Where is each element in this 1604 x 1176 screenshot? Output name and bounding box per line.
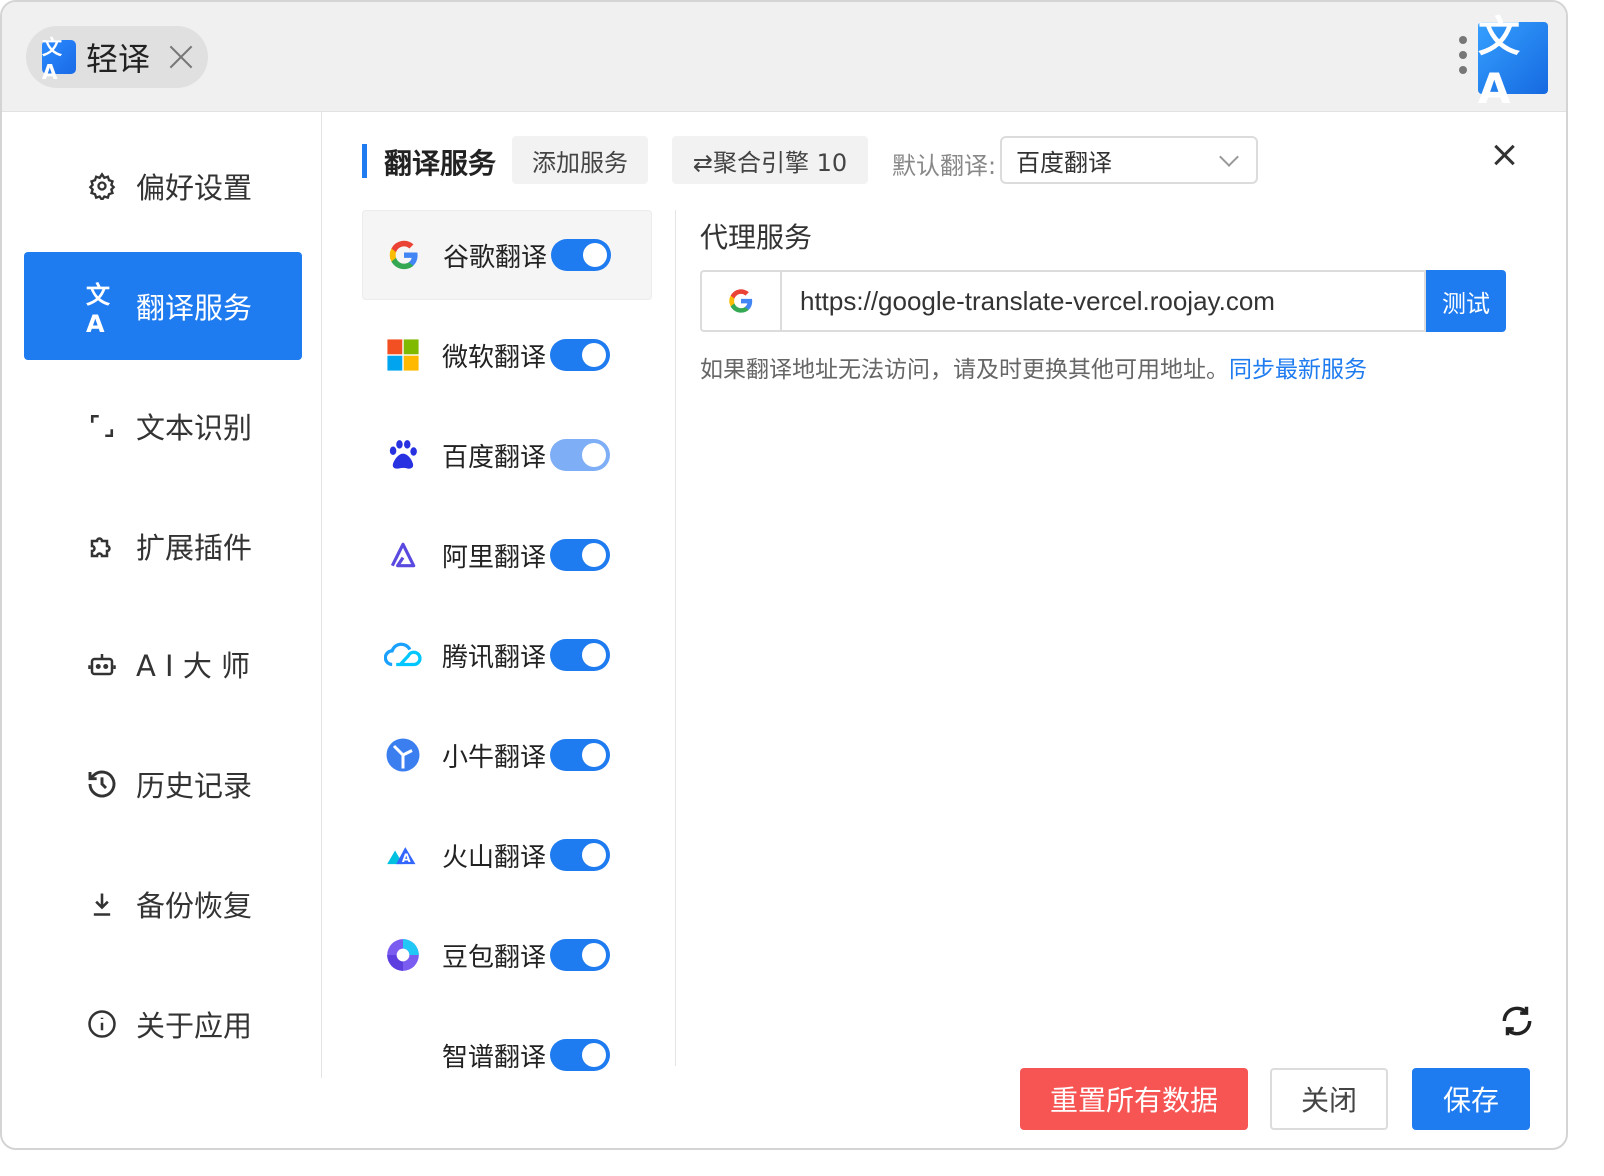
- microsoft-icon: [384, 336, 422, 374]
- service-item-microsoft[interactable]: 微软翻译: [362, 310, 652, 400]
- service-item-tencent[interactable]: 腾讯翻译: [362, 610, 652, 700]
- service-item-niutrans[interactable]: 小牛翻译: [362, 710, 652, 800]
- service-toggle[interactable]: [551, 239, 611, 271]
- proxy-input-group: 测试: [700, 270, 1506, 332]
- list-divider: [675, 210, 676, 1066]
- service-toggle[interactable]: [550, 439, 610, 471]
- service-name: 谷歌翻译: [443, 242, 548, 273]
- service-toggle[interactable]: [550, 839, 610, 871]
- proxy-hint-text: 如果翻译地址无法访问，请及时更换其他可用地址。: [700, 357, 1229, 383]
- title-bar: 文A 轻译 文A: [2, 2, 1566, 113]
- sidebar-item-backup[interactable]: 备份恢复: [24, 850, 302, 958]
- google-icon: [385, 236, 423, 274]
- baidu-icon: [384, 436, 422, 474]
- service-name: 百度翻译: [442, 442, 547, 473]
- tencent-cloud-icon: [384, 636, 422, 674]
- volcano-icon: A: [384, 836, 422, 874]
- sidebar-item-label: 文本识别: [136, 411, 253, 445]
- service-toggle[interactable]: [550, 339, 610, 371]
- sidebar-item-about[interactable]: 关于应用: [24, 970, 302, 1078]
- section-accent-bar: [362, 144, 367, 178]
- gear-icon: [86, 170, 118, 202]
- sidebar-item-plugins[interactable]: 扩展插件: [24, 492, 302, 600]
- service-name: 小牛翻译: [442, 742, 547, 773]
- puzzle-icon: [86, 530, 118, 562]
- translate-icon: 文A: [86, 280, 110, 338]
- service-item-zhipu[interactable]: 智谱翻译: [362, 1010, 652, 1100]
- service-item-volcano[interactable]: A 火山翻译: [362, 810, 652, 900]
- default-translate-value: 百度翻译: [1016, 148, 1112, 177]
- test-button[interactable]: 测试: [1426, 270, 1506, 332]
- service-item-baidu[interactable]: 百度翻译: [362, 410, 652, 500]
- tab-close-icon[interactable]: [168, 44, 194, 70]
- service-item-google[interactable]: 谷歌翻译: [362, 210, 652, 300]
- service-name: 腾讯翻译: [442, 642, 547, 673]
- service-list: 谷歌翻译 微软翻译 百度翻译 阿里翻译 腾讯翻译 小牛翻译 A 火山翻译 豆包翻…: [362, 210, 652, 1080]
- svg-text:A: A: [402, 851, 411, 865]
- scan-icon: [86, 410, 118, 442]
- niutrans-icon: [384, 736, 422, 774]
- service-item-doubao[interactable]: 豆包翻译: [362, 910, 652, 1000]
- app-tab-logo-icon: 文A: [42, 35, 76, 84]
- sidebar-item-label: 关于应用: [136, 1009, 253, 1043]
- default-translate-label: 默认翻译:: [892, 152, 997, 180]
- app-tab-title: 轻译: [86, 40, 151, 78]
- service-name: 智谱翻译: [442, 1042, 547, 1073]
- sidebar-item-translate-services[interactable]: 文A 翻译服务: [24, 252, 302, 360]
- service-name: 阿里翻译: [442, 542, 547, 573]
- service-item-alibaba[interactable]: 阿里翻译: [362, 510, 652, 600]
- app-window: 文A 轻译 文A 偏好设置 文A 翻译服务 文本识别 扩展插件 A I 大 师 …: [0, 0, 1568, 1150]
- aggregate-engine-button[interactable]: ⇄聚合引擎 10: [672, 136, 868, 184]
- close-icon[interactable]: [1492, 142, 1518, 168]
- sidebar-item-label: 扩展插件: [136, 531, 253, 565]
- sidebar-item-preferences[interactable]: 偏好设置: [24, 132, 302, 240]
- more-menu-icon[interactable]: [1458, 36, 1468, 80]
- reset-all-data-button[interactable]: 重置所有数据: [1020, 1068, 1248, 1130]
- service-toggle[interactable]: [550, 639, 610, 671]
- download-icon: [86, 888, 118, 920]
- service-toggle[interactable]: [550, 939, 610, 971]
- alibaba-icon: [384, 536, 422, 574]
- proxy-title: 代理服务: [700, 221, 813, 254]
- chevron-down-icon: [1219, 147, 1239, 167]
- proxy-hint: 如果翻译地址无法访问，请及时更换其他可用地址。同步最新服务: [700, 350, 1367, 384]
- robot-icon: [86, 648, 118, 680]
- sidebar-item-history[interactable]: 历史记录: [24, 730, 302, 838]
- proxy-url-input[interactable]: [780, 270, 1426, 332]
- service-toggle[interactable]: [550, 539, 610, 571]
- add-service-button[interactable]: 添加服务: [512, 136, 648, 184]
- sidebar-item-label: 历史记录: [136, 769, 253, 803]
- default-translate-select[interactable]: 百度翻译: [1000, 136, 1258, 184]
- save-button[interactable]: 保存: [1412, 1068, 1530, 1130]
- sidebar-item-ai-master[interactable]: A I 大 师: [24, 610, 302, 718]
- sync-latest-link[interactable]: 同步最新服务: [1229, 357, 1367, 383]
- sidebar-item-label: 备份恢复: [136, 889, 253, 923]
- close-button[interactable]: 关闭: [1270, 1068, 1388, 1130]
- service-name: 豆包翻译: [442, 942, 547, 973]
- service-name: 火山翻译: [442, 842, 547, 873]
- google-icon: [700, 270, 780, 332]
- info-icon: [86, 1008, 118, 1040]
- refresh-icon[interactable]: [1498, 1002, 1536, 1040]
- sidebar-item-label: 偏好设置: [136, 171, 253, 205]
- service-name: 微软翻译: [442, 342, 547, 373]
- service-toggle[interactable]: [550, 739, 610, 771]
- app-logo-icon: 文A: [1478, 12, 1548, 113]
- history-icon: [86, 768, 118, 800]
- section-title: 翻译服务: [384, 147, 497, 180]
- sidebar-item-label: A I 大 师: [136, 649, 251, 683]
- sidebar-item-label: 翻译服务: [136, 291, 253, 325]
- app-tab[interactable]: 文A 轻译: [26, 26, 208, 88]
- sidebar: 偏好设置 文A 翻译服务 文本识别 扩展插件 A I 大 师 历史记录 备份恢复…: [2, 112, 322, 1078]
- sidebar-item-ocr[interactable]: 文本识别: [24, 372, 302, 480]
- zhipu-icon: [384, 1036, 422, 1074]
- doubao-icon: [384, 936, 422, 974]
- service-toggle[interactable]: [550, 1039, 610, 1071]
